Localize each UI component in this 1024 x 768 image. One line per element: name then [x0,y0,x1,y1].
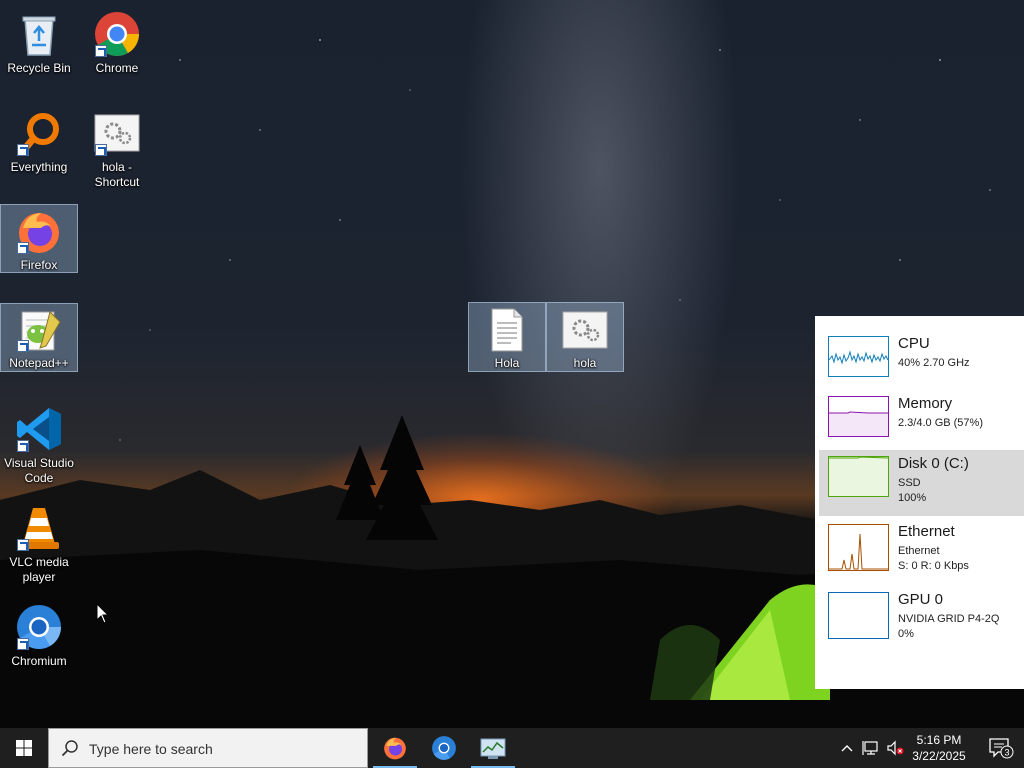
perf-item-gpu[interactable]: GPU 0 NVIDIA GRID P4-2Q 0% [819,586,1024,652]
perf-item-title: CPU [898,335,930,352]
taskbar-clock[interactable]: 5:16 PM 3/22/2025 [904,732,974,764]
desktop-icon-hola-config[interactable]: hola [546,302,624,372]
perf-item-detail: 2.3/4.0 GB (57%) [898,417,983,429]
perf-item-detail: SSD [898,477,921,489]
gpu-graph [828,592,889,639]
desktop-icon-firefox[interactable]: Firefox [0,204,78,273]
shortcut-arrow-icon [95,45,107,57]
memory-graph [828,396,889,437]
start-button[interactable] [0,728,48,768]
firefox-icon [384,737,406,760]
desktop-icon-vscode[interactable]: Visual Studio Code [0,400,78,487]
cpu-graph [828,336,889,377]
magnifier-icon [14,108,64,158]
shortcut-arrow-icon [17,539,29,551]
search-placeholder: Type here to search [89,741,213,757]
windows-logo-icon [16,740,32,756]
shortcut-arrow-icon [17,638,29,650]
search-icon [61,740,78,757]
disk-graph [828,456,889,497]
task-manager-performance-sidebar: CPU 40% 2.70 GHz Memory 2.3/4.0 GB (57%)… [815,316,1024,689]
vscode-icon [14,404,64,454]
network-icon [862,741,878,755]
perf-item-detail: 40% 2.70 GHz [898,357,970,369]
perf-item-detail: Ethernet [898,545,940,557]
perf-item-memory[interactable]: Memory 2.3/4.0 GB (57%) [819,390,1024,454]
shortcut-arrow-icon [17,340,29,352]
desktop-icon-label: Recycle Bin [7,61,71,75]
desktop-icon-recycle-bin[interactable]: Recycle Bin [0,5,78,77]
desktop-icon-hola-text[interactable]: Hola [468,302,546,372]
taskbar-app-firefox[interactable] [371,728,419,768]
perf-item-ethernet[interactable]: Ethernet Ethernet S: 0 R: 0 Kbps [819,518,1024,584]
action-center-button[interactable]: 3 [978,728,1024,768]
desktop-icon-label: VLC media player [9,555,69,584]
perf-item-cpu[interactable]: CPU 40% 2.70 GHz [819,330,1024,394]
text-file-icon [482,306,532,354]
volume-tray-button[interactable] [884,728,906,768]
recycle-bin-icon [14,9,64,59]
perf-item-title: GPU 0 [898,591,944,608]
shortcut-arrow-icon [17,242,29,254]
perf-item-title: Memory [898,395,953,412]
notepad-plus-plus-icon [14,307,64,354]
settings-file-icon [560,306,610,354]
desktop-icon-chrome[interactable]: Chrome [78,5,156,77]
desktop-icon-everything[interactable]: Everything [0,104,78,176]
desktop-icon-label: Notepad++ [9,356,69,370]
desktop-icon-hola-shortcut[interactable]: hola - Shortcut [78,104,156,191]
perf-item-disk[interactable]: Disk 0 (C:) SSD 100% [819,450,1024,516]
desktop-icon-label: Visual Studio Code [4,456,74,485]
notification-icon: 3 [989,738,1014,759]
desktop-icon-label: Everything [10,160,68,174]
desktop-icon-label: hola [573,356,597,370]
taskbar-app-task-manager[interactable] [469,728,517,768]
settings-file-icon [92,108,142,158]
desktop-icon-label: hola - Shortcut [94,160,140,189]
perf-item-title: Disk 0 (C:) [898,455,969,472]
chromium-icon [14,602,64,652]
show-hidden-icons-button[interactable] [838,728,856,768]
perf-item-throughput: S: 0 R: 0 Kbps [898,560,969,572]
chrome-icon [92,9,142,59]
perf-item-detail: NVIDIA GRID P4-2Q [898,613,1000,625]
perf-item-usage: 100% [898,492,927,504]
shortcut-arrow-icon [17,440,29,452]
taskbar-search-box[interactable]: Type here to search [48,728,368,768]
shortcut-arrow-icon [95,144,107,156]
chevron-up-icon [841,745,853,752]
clock-time: 5:16 PM [916,733,962,747]
clock-date: 3/22/2025 [912,749,966,763]
desktop-icon-notepad-plus-plus[interactable]: Notepad++ [0,303,78,372]
perf-item-title: Ethernet [898,523,955,540]
task-manager-icon [480,738,506,759]
chromium-icon [432,736,456,760]
taskbar-app-chromium[interactable] [420,728,468,768]
desktop-icon-label: Chromium [11,654,67,668]
perf-item-usage: 0% [898,628,914,640]
mouse-cursor-icon [96,603,110,624]
desktop-icon-vlc[interactable]: VLC media player [0,499,78,586]
desktop-icon-label: Hola [494,356,520,370]
desktop-icon-label: Firefox [20,258,58,272]
desktop-icon-label: Chrome [95,61,139,75]
shortcut-arrow-icon [17,144,29,156]
firefox-icon [14,208,64,256]
notification-count: 3 [1004,748,1009,758]
vlc-cone-icon [14,503,64,553]
network-tray-button[interactable] [860,728,882,768]
desktop-icon-chromium[interactable]: Chromium [0,598,78,670]
taskbar: Type here to search 5:16 PM 3/22/2025 3 [0,728,1024,768]
ethernet-graph [828,524,889,571]
volume-muted-icon [887,740,904,756]
